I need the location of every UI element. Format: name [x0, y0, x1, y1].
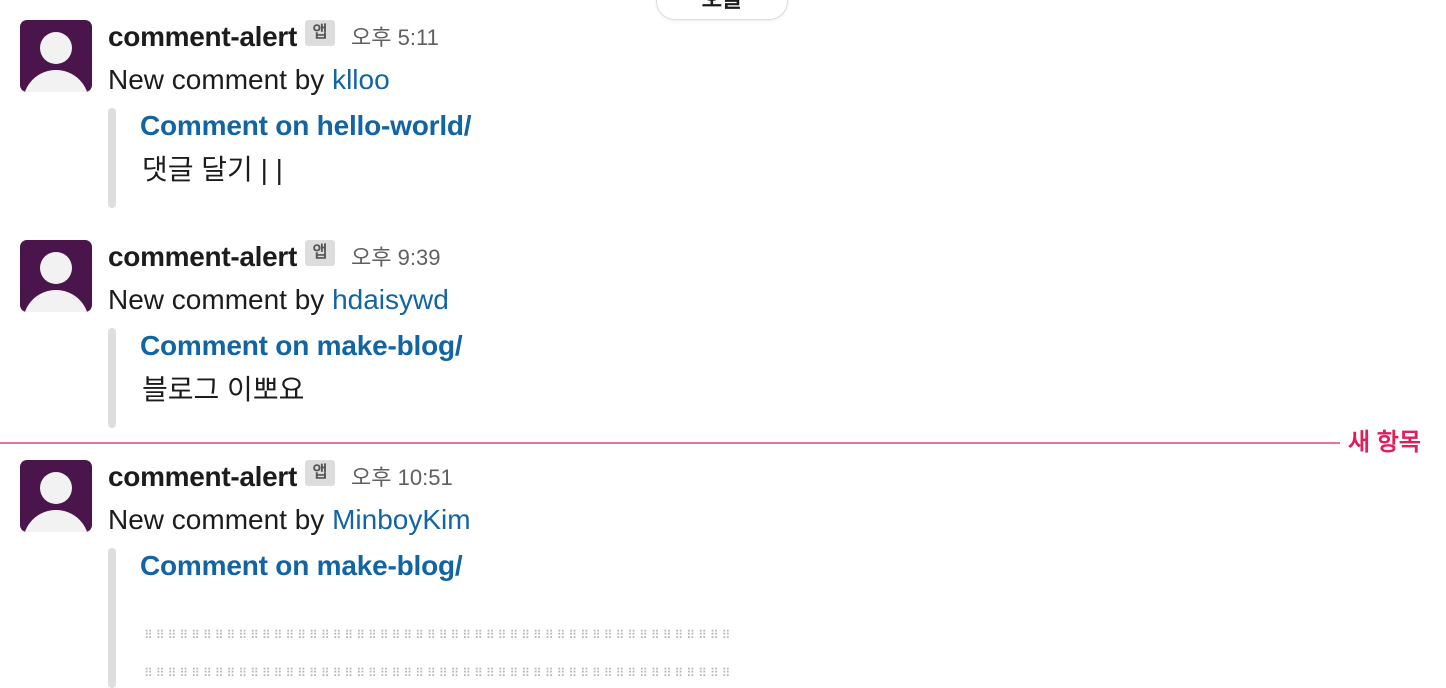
avatar-body-shape	[23, 510, 89, 532]
author-link[interactable]: MinboyKim	[332, 504, 470, 535]
attachment-title-link[interactable]: Comment on make-blog/	[140, 328, 463, 364]
message: comment-alert 앱 오후 5:11 New comment by kll…	[0, 20, 1446, 210]
message-timestamp[interactable]: 오후 9:39	[351, 240, 440, 276]
message-text: New comment by MinboyKim	[108, 502, 471, 538]
app-badge: 앱	[305, 240, 336, 266]
avatar-body-shape	[23, 70, 89, 92]
sender-name[interactable]: comment-alert	[108, 460, 297, 494]
avatar-head-shape	[40, 32, 72, 64]
sender-name[interactable]: comment-alert	[108, 20, 297, 54]
avatar-head-shape	[40, 472, 72, 504]
author-link[interactable]: klloo	[332, 64, 390, 95]
attachment-body-row: ⠿⠿⠿⠿⠿⠿⠿⠿⠿⠿⠿⠿⠿⠿⠿⠿⠿⠿⠿⠿⠿⠿⠿⠿⠿⠿⠿⠿⠿⠿⠿⠿⠿⠿⠿⠿⠿⠿⠿⠿…	[144, 666, 734, 680]
avatar[interactable]	[20, 20, 92, 92]
attachment-body-row: ⠿⠿⠿⠿⠿⠿⠿⠿⠿⠿⠿⠿⠿⠿⠿⠿⠿⠿⠿⠿⠿⠿⠿⠿⠿⠿⠿⠿⠿⠿⠿⠿⠿⠿⠿⠿⠿⠿⠿⠿…	[144, 628, 734, 642]
message-text: New comment by hdaisywd	[108, 282, 449, 318]
avatar-head-shape	[40, 252, 72, 284]
new-messages-divider	[0, 442, 1340, 444]
attachment-bar	[108, 328, 116, 428]
attachment-title-link[interactable]: Comment on hello-world/	[140, 108, 472, 144]
message-header: comment-alert 앱 오후 5:11	[108, 20, 439, 54]
attachment-title-link[interactable]: Comment on make-blog/	[140, 548, 463, 584]
attachment-body: 블로그 이뽀요	[142, 374, 305, 405]
author-link[interactable]: hdaisywd	[332, 284, 449, 315]
app-badge: 앱	[305, 460, 336, 486]
message-text-prefix: New comment by	[108, 284, 325, 315]
message-text: New comment by klloo	[108, 62, 390, 98]
attachment: Comment on make-blog/ ⠿⠿⠿⠿⠿⠿⠿⠿⠿⠿⠿⠿⠿⠿⠿⠿⠿⠿…	[108, 548, 1208, 688]
date-divider-label: 오늘	[657, 0, 787, 11]
message-timestamp[interactable]: 오후 5:11	[351, 20, 439, 56]
new-messages-label: 새 항목	[1348, 429, 1421, 456]
avatar-body-shape	[23, 290, 89, 312]
attachment: Comment on hello-world/ 댓글 달기 | |	[108, 108, 1208, 208]
avatar[interactable]	[20, 460, 92, 532]
message-text-prefix: New comment by	[108, 504, 325, 535]
message-header: comment-alert 앱 오후 9:39	[108, 240, 440, 274]
avatar[interactable]	[20, 240, 92, 312]
attachment-bar	[108, 548, 116, 688]
attachment-bar	[108, 108, 116, 208]
message-header: comment-alert 앱 오후 10:51	[108, 460, 453, 494]
app-badge: 앱	[305, 20, 336, 46]
sender-name[interactable]: comment-alert	[108, 240, 297, 274]
message-text-prefix: New comment by	[108, 64, 325, 95]
attachment-body: 댓글 달기 | |	[142, 154, 283, 185]
message: comment-alert 앱 오후 10:51 New comment by Mi…	[0, 460, 1446, 688]
message: comment-alert 앱 오후 9:39 New comment by hda…	[0, 240, 1446, 430]
message-timestamp[interactable]: 오후 10:51	[351, 460, 453, 496]
attachment: Comment on make-blog/ 블로그 이뽀요	[108, 328, 1208, 428]
date-divider-pill[interactable]: 오늘	[656, 0, 788, 20]
